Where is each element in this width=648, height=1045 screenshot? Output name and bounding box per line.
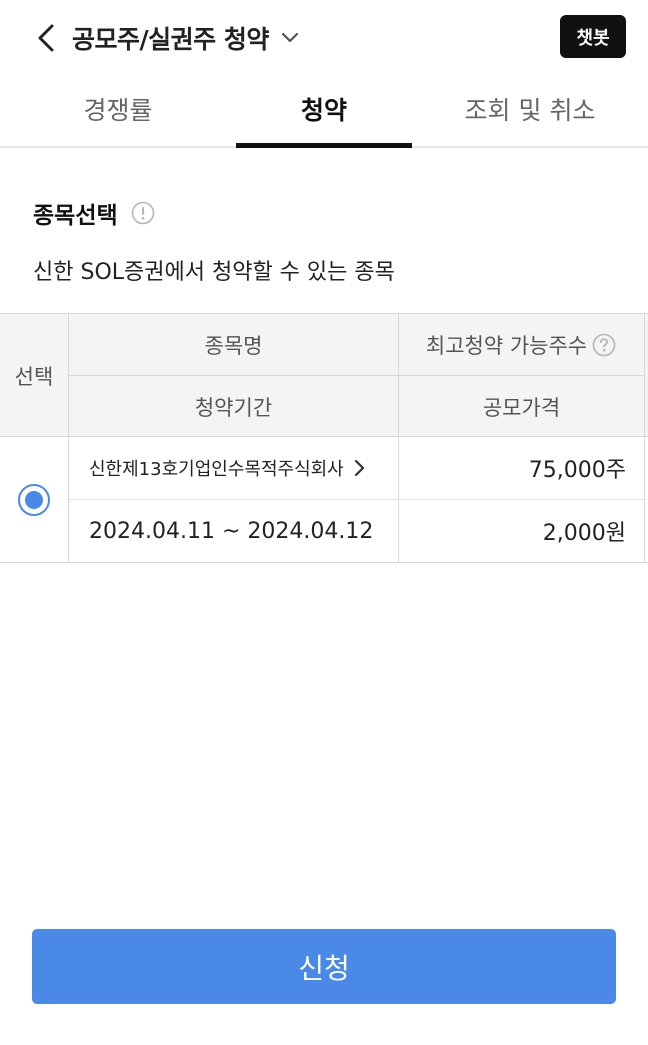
radio-selected-dot — [25, 490, 43, 509]
back-button[interactable] — [28, 20, 64, 56]
section-header: 종목선택 — [33, 196, 156, 230]
row-select-cell — [0, 437, 69, 562]
table-row[interactable]: 신한제13호기업인수목적주식회사 75,000주 2024.04.11 ~ 20… — [0, 437, 648, 563]
max-shares-value: 75,000주 — [399, 437, 645, 500]
tab-subscription[interactable]: 청약 — [236, 76, 412, 148]
chevron-down-icon — [279, 27, 301, 49]
apply-button[interactable]: 신청 — [32, 929, 616, 1004]
header-max-shares-label: 최고청약 가능주수 — [425, 333, 588, 358]
tab-bar: 경쟁률 청약 조회 및 취소 — [0, 76, 648, 148]
stock-radio-button[interactable] — [18, 483, 50, 516]
title-dropdown[interactable]: 공모주/실권주 청약 — [72, 18, 301, 58]
chevron-left-icon — [38, 24, 54, 52]
info-icon[interactable] — [130, 200, 156, 226]
stock-name: 신한제13호기업인수목적주식회사 — [89, 459, 344, 480]
header-price: 공모가격 — [399, 376, 645, 437]
stock-name-link[interactable]: 신한제13호기업인수목적주식회사 — [69, 437, 399, 500]
help-icon[interactable] — [591, 332, 617, 358]
offering-price: 2,000원 — [399, 500, 645, 562]
header-max-shares: 최고청약 가능주수 — [399, 314, 645, 376]
section-title: 종목선택 — [33, 203, 118, 229]
header-select: 선택 — [0, 314, 69, 437]
page-title: 공모주/실권주 청약 — [72, 25, 269, 54]
chevron-right-icon — [352, 459, 368, 477]
tab-competition-rate[interactable]: 경쟁률 — [0, 76, 236, 146]
ipo-subscription-page: 공모주/실권주 청약 챗봇 경쟁률 청약 조회 및 취소 종목선택 신한 SOL… — [0, 0, 648, 1045]
top-header: 공모주/실권주 청약 챗봇 — [0, 0, 648, 76]
tab-inquiry-cancel[interactable]: 조회 및 취소 — [412, 76, 648, 146]
header-stock-name: 종목명 — [69, 314, 399, 376]
subscription-period: 2024.04.11 ~ 2024.04.12 — [69, 500, 399, 562]
chatbot-button[interactable]: 챗봇 — [560, 15, 626, 58]
stock-table: 선택 종목명 최고청약 가능주수 청약기간 공모가격 신한제13호기업인수목적주… — [0, 313, 648, 563]
section-description: 신한 SOL증권에서 청약할 수 있는 종목 — [33, 260, 395, 285]
header-period: 청약기간 — [69, 376, 399, 437]
table-header: 선택 종목명 최고청약 가능주수 청약기간 공모가격 — [0, 313, 648, 437]
